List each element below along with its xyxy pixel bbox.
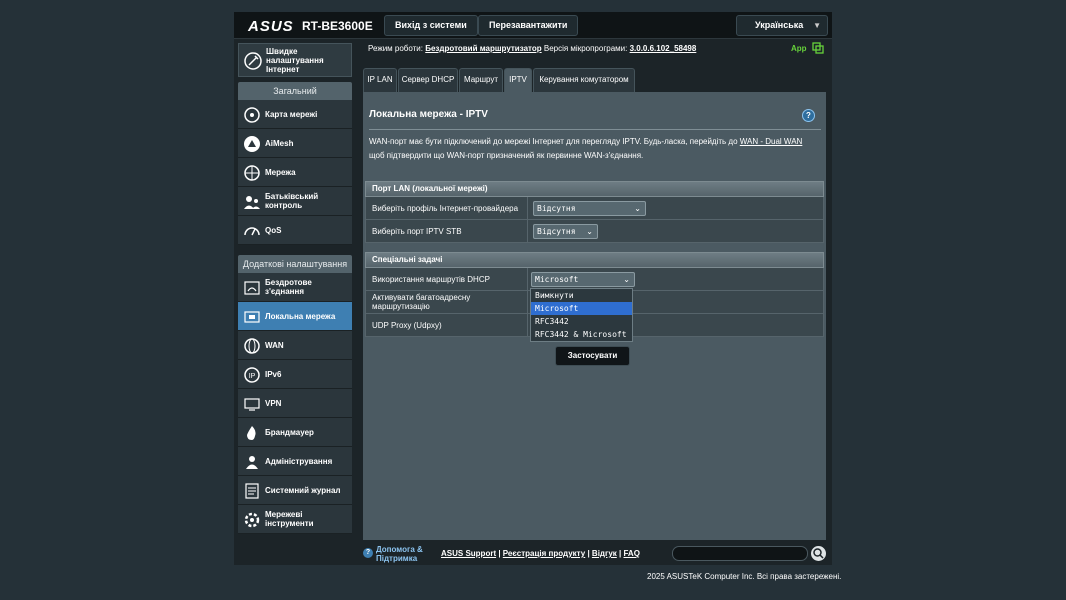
dropdown-option-rfc3442[interactable]: RFC3442 — [531, 315, 632, 328]
iptv-stb-row: Виберіть порт IPTV STB Відсутня ⌄ — [365, 220, 824, 243]
lan-port-section: Порт LAN (локальної мережі) Виберіть про… — [365, 181, 824, 243]
copyright: 2025 ASUSTeK Computer Inc. Всі права зас… — [647, 572, 842, 581]
tab-iptv[interactable]: IPTV — [504, 68, 532, 92]
parental-icon — [244, 196, 260, 209]
wifi-icon — [244, 281, 260, 295]
help-support-icon: ? — [363, 548, 373, 558]
asus-support-link[interactable]: ASUS Support — [441, 549, 496, 558]
firewall-icon — [247, 426, 256, 440]
ipv6-icon: IP — [244, 367, 260, 383]
isp-profile-select[interactable]: Відсутня ⌄ — [533, 201, 646, 216]
iptv-description: WAN-порт має бути підключений до мережі … — [369, 137, 803, 160]
globe-icon — [244, 165, 260, 181]
tab-route[interactable]: Маршрут — [459, 68, 503, 92]
model-name: RT-BE3600E — [302, 19, 373, 33]
sidebar-item-wan[interactable]: WAN — [238, 331, 352, 360]
iptv-stb-select[interactable]: Відсутня ⌄ — [533, 224, 598, 239]
apply-button[interactable]: Застосувати — [555, 346, 630, 366]
footer-links: ASUS Support | Реєстрація продукту | Від… — [441, 549, 640, 558]
feedback-link[interactable]: Відгук — [592, 549, 617, 558]
sidebar-item-aimesh[interactable]: AiMesh — [238, 129, 352, 158]
iptv-stb-label: Виберіть порт IPTV STB — [372, 226, 462, 236]
app-icon[interactable] — [812, 42, 824, 54]
product-registration-link[interactable]: Реєстрація продукту — [503, 549, 585, 558]
speedometer-icon — [244, 227, 260, 236]
dhcp-routes-dropdown: Вимкнути Microsoft RFC3442 RFC3442 & Mic… — [530, 288, 633, 342]
sidebar-item-qos[interactable]: QoS — [238, 216, 352, 245]
tab-dhcp-server[interactable]: Сервер DHCP — [398, 68, 458, 92]
chevron-down-icon: ⌄ — [586, 227, 593, 236]
log-icon — [245, 483, 259, 499]
network-map-icon — [244, 107, 260, 123]
iptv-panel: Локальна мережа - IPTV ? WAN-порт має бу… — [363, 92, 826, 540]
multicast-label: Активувати багатоадресну маршрутизацію — [372, 293, 471, 311]
page-title: Локальна мережа - IPTV — [369, 109, 488, 120]
aimesh-icon — [244, 136, 260, 152]
vpn-icon — [244, 398, 260, 411]
app-label[interactable]: App — [791, 44, 807, 53]
help-icon[interactable]: ? — [802, 109, 815, 122]
help-support-link[interactable]: Допомога & Підтримка — [376, 545, 436, 563]
admin-icon — [246, 456, 258, 469]
lan-icon — [244, 311, 260, 323]
special-tasks-section-title: Спеціальні задачі — [365, 252, 824, 268]
dhcp-routes-label: Використання маршрутів DHCP — [372, 274, 490, 284]
tab-ip-lan[interactable]: IP LAN — [363, 68, 397, 92]
udpxy-label: UDP Proxy (Udpxy) — [372, 320, 442, 330]
sidebar-item-system-log[interactable]: Системний журнал — [238, 476, 352, 505]
tools-icon — [244, 512, 260, 528]
reboot-button[interactable]: Перезавантажити — [478, 15, 579, 36]
wan-globe-icon — [244, 338, 260, 354]
quick-setup-label: Швидке налаштування Інтернет — [266, 47, 324, 74]
language-select[interactable]: Українська ▼ — [736, 15, 828, 36]
isp-profile-label: Виберіть профіль Інтернет-провайдера — [372, 203, 519, 213]
lan-port-section-title: Порт LAN (локальної мережі) — [365, 181, 824, 197]
sidebar-item-administration[interactable]: Адміністрування — [238, 447, 352, 476]
advanced-section-title: Додаткові налаштування — [238, 255, 352, 273]
general-section-title: Загальний — [238, 82, 352, 100]
status-line: Режим роботи: Бездротовий маршрутизатор … — [368, 44, 697, 53]
sidebar-item-vpn[interactable]: VPN — [238, 389, 352, 418]
operation-mode-link[interactable]: Бездротовий маршрутизатор — [425, 44, 541, 53]
chevron-down-icon: ⌄ — [634, 204, 641, 213]
sidebar-item-firewall[interactable]: Брандмауер — [238, 418, 352, 447]
svg-text:IP: IP — [249, 373, 256, 380]
sidebar-item-network[interactable]: Мережа — [238, 158, 352, 187]
dhcp-routes-select[interactable]: Microsoft ⌄ — [531, 272, 635, 287]
asus-logo: ASUS — [248, 18, 294, 35]
title-divider — [369, 129, 821, 130]
tab-switch-control[interactable]: Керування комутатором — [533, 68, 635, 92]
firmware-version-link[interactable]: 3.0.0.6.102_58498 — [630, 44, 697, 53]
general-menu: Карта мережі AiMesh Мережа Батьківський … — [238, 100, 352, 245]
faq-link[interactable]: FAQ — [623, 549, 639, 558]
dropdown-option-off[interactable]: Вимкнути — [531, 289, 632, 302]
search-icon[interactable] — [811, 546, 826, 561]
router-admin-frame: ASUS RT-BE3600E Вихід з системи Перезава… — [234, 12, 832, 565]
sidebar-item-network-tools[interactable]: Мережеві інструменти — [238, 505, 352, 534]
dropdown-option-rfc3442-microsoft[interactable]: RFC3442 & Microsoft — [531, 328, 632, 341]
isp-profile-row: Виберіть профіль Інтернет-провайдера Від… — [365, 197, 824, 220]
top-bar: ASUS RT-BE3600E Вихід з системи Перезава… — [234, 12, 832, 39]
advanced-menu: Бездротове з'єднання Локальна мережа WAN… — [238, 273, 352, 534]
sidebar-item-lan[interactable]: Локальна мережа — [238, 302, 352, 331]
sidebar-item-wireless[interactable]: Бездротове з'єднання — [238, 273, 352, 302]
footer: ? Допомога & Підтримка ASUS Support | Ре… — [363, 543, 826, 565]
search-input[interactable] — [672, 546, 808, 561]
sidebar-item-ipv6[interactable]: IP IPv6 — [238, 360, 352, 389]
quick-internet-setup[interactable]: Швидке налаштування Інтернет — [238, 43, 352, 77]
language-value: Українська — [755, 20, 804, 30]
chevron-down-icon: ⌄ — [623, 275, 630, 284]
wand-icon — [244, 52, 262, 70]
wan-dual-wan-link[interactable]: WAN - Dual WAN — [740, 137, 803, 146]
sidebar-item-parental[interactable]: Батьківський контроль — [238, 187, 352, 216]
sidebar-item-network-map[interactable]: Карта мережі — [238, 100, 352, 129]
logout-button[interactable]: Вихід з системи — [384, 15, 478, 36]
dropdown-option-microsoft[interactable]: Microsoft — [531, 302, 632, 315]
chevron-down-icon: ▼ — [813, 21, 821, 30]
